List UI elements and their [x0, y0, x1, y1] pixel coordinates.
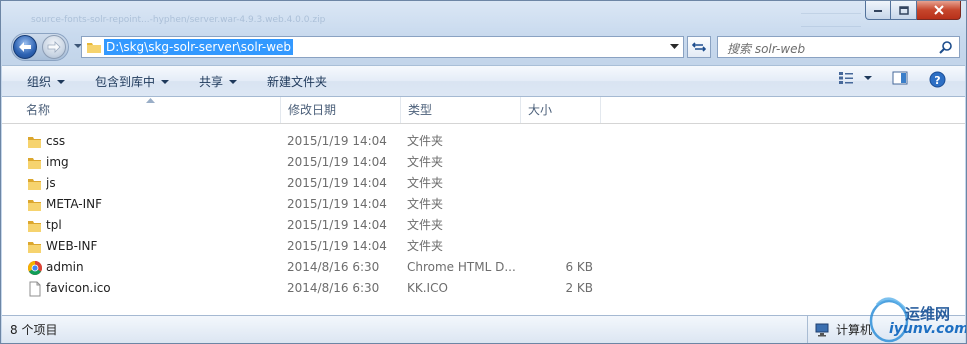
help-button[interactable]: ? — [929, 71, 946, 88]
address-dropdown-icon[interactable] — [670, 44, 679, 50]
folder-icon — [87, 43, 101, 53]
organize-button[interactable]: 组织 — [27, 73, 66, 90]
file-icon — [29, 281, 41, 297]
details-view-icon — [839, 72, 853, 84]
column-date-modified[interactable]: 修改日期 — [281, 97, 401, 123]
organize-label: 组织 — [27, 75, 52, 89]
file-type: KK.ICO — [407, 281, 448, 295]
address-bar[interactable]: D:\skg\skg-solr-server\solr-web — [81, 36, 684, 58]
caption-buttons — [865, 1, 961, 20]
file-type: 文件夹 — [407, 218, 444, 232]
search-placeholder: 搜索 solr-web — [727, 42, 806, 56]
folder-icon — [28, 221, 41, 232]
forward-arrow-icon — [47, 41, 61, 53]
file-name: WEB-INF — [46, 239, 98, 253]
file-type: 文件夹 — [407, 239, 444, 253]
file-row-web-inf[interactable]: WEB-INF 2015/1/19 14:04 文件夹 — [2, 236, 965, 257]
file-name: css — [46, 134, 66, 148]
file-type: 文件夹 — [407, 176, 444, 190]
explorer-window: source-fonts-solr-repoint...-hyphen/serv… — [0, 0, 967, 344]
file-row-tpl[interactable]: tpl 2015/1/19 14:04 文件夹 — [2, 215, 965, 236]
file-row-css[interactable]: css 2015/1/19 14:04 文件夹 — [2, 131, 965, 152]
address-path[interactable]: D:\skg\skg-solr-server\solr-web — [104, 39, 294, 55]
column-name[interactable]: 名称 — [19, 97, 281, 123]
refresh-icon — [692, 42, 706, 52]
folder-icon — [28, 200, 41, 211]
file-size: 6 KB — [565, 260, 593, 274]
file-list: 名称 修改日期 类型 大小 css 2015/1/19 14:04 文件夹 im… — [2, 97, 965, 315]
include-in-library-label: 包含到库中 — [95, 75, 156, 89]
folder-icon — [28, 137, 41, 148]
file-type: Chrome HTML D... — [407, 260, 516, 274]
file-row-meta-inf[interactable]: META-INF 2015/1/19 14:04 文件夹 — [2, 194, 965, 215]
file-type: 文件夹 — [407, 197, 444, 211]
chevron-down-icon — [161, 79, 170, 84]
file-date: 2014/8/16 6:30 — [287, 281, 380, 295]
refresh-button[interactable] — [687, 36, 711, 58]
file-date: 2015/1/19 14:04 — [287, 134, 387, 148]
share-label: 共享 — [199, 75, 224, 89]
watermark-brand-url: iyunv.com — [889, 321, 967, 337]
status-bar: 8 个项目 计算机 — [2, 315, 965, 343]
preview-pane-icon — [892, 71, 908, 85]
new-folder-button[interactable]: 新建文件夹 — [267, 73, 327, 90]
watermark-logo: 运维网 iyunv.com — [859, 283, 967, 343]
back-button[interactable] — [13, 35, 37, 59]
column-type[interactable]: 类型 — [401, 97, 521, 123]
item-count: 8 个项目 — [10, 323, 58, 337]
file-date: 2015/1/19 14:04 — [287, 197, 387, 211]
close-icon — [933, 5, 944, 15]
view-options-button[interactable] — [838, 71, 872, 85]
preview-pane-button[interactable] — [892, 71, 908, 85]
file-date: 2014/8/16 6:30 — [287, 260, 380, 274]
folder-icon — [28, 158, 41, 169]
file-name: js — [46, 176, 56, 190]
computer-icon — [815, 323, 829, 336]
chevron-down-icon — [229, 79, 238, 84]
file-date: 2015/1/19 14:04 — [287, 218, 387, 232]
chevron-down-icon — [57, 79, 66, 84]
command-toolbar: 组织 包含到库中 共享 新建文件夹 ? — [2, 65, 965, 97]
folder-icon — [28, 242, 41, 253]
minimize-button[interactable] — [865, 1, 891, 20]
background-window-title: source-fonts-solr-repoint...-hyphen/serv… — [31, 15, 326, 25]
file-row-img[interactable]: img 2015/1/19 14:04 文件夹 — [2, 152, 965, 173]
chrome-icon — [28, 261, 42, 275]
file-row-favicon[interactable]: favicon.ico 2014/8/16 6:30 KK.ICO 2 KB — [2, 278, 965, 299]
close-button[interactable] — [917, 1, 961, 20]
file-date: 2015/1/19 14:04 — [287, 176, 387, 190]
svg-text:?: ? — [934, 74, 940, 87]
search-box[interactable]: 搜索 solr-web — [717, 36, 960, 58]
file-name: META-INF — [46, 197, 103, 211]
file-row-js[interactable]: js 2015/1/19 14:04 文件夹 — [2, 173, 965, 194]
minimize-icon — [874, 10, 882, 12]
maximize-icon — [898, 5, 909, 15]
file-type: 文件夹 — [407, 134, 444, 148]
file-name: tpl — [46, 218, 62, 232]
include-in-library-button[interactable]: 包含到库中 — [95, 73, 170, 90]
new-folder-label: 新建文件夹 — [267, 75, 328, 89]
file-row-admin[interactable]: admin 2014/8/16 6:30 Chrome HTML D... 6 … — [2, 257, 965, 278]
file-name: admin — [46, 260, 84, 274]
search-icon[interactable] — [939, 40, 953, 54]
folder-icon — [28, 179, 41, 190]
file-date: 2015/1/19 14:04 — [287, 155, 387, 169]
maximize-button[interactable] — [891, 1, 917, 20]
back-arrow-icon — [19, 42, 31, 52]
column-size[interactable]: 大小 — [521, 97, 601, 123]
file-name: img — [46, 155, 69, 169]
file-type: 文件夹 — [407, 155, 444, 169]
help-icon: ? — [929, 71, 946, 88]
share-button[interactable]: 共享 — [199, 73, 238, 90]
forward-button[interactable] — [42, 35, 66, 59]
chevron-down-icon — [864, 76, 872, 80]
file-size: 2 KB — [565, 281, 593, 295]
file-name: favicon.ico — [46, 281, 111, 295]
column-header: 名称 修改日期 类型 大小 — [2, 97, 965, 124]
file-date: 2015/1/19 14:04 — [287, 239, 387, 253]
